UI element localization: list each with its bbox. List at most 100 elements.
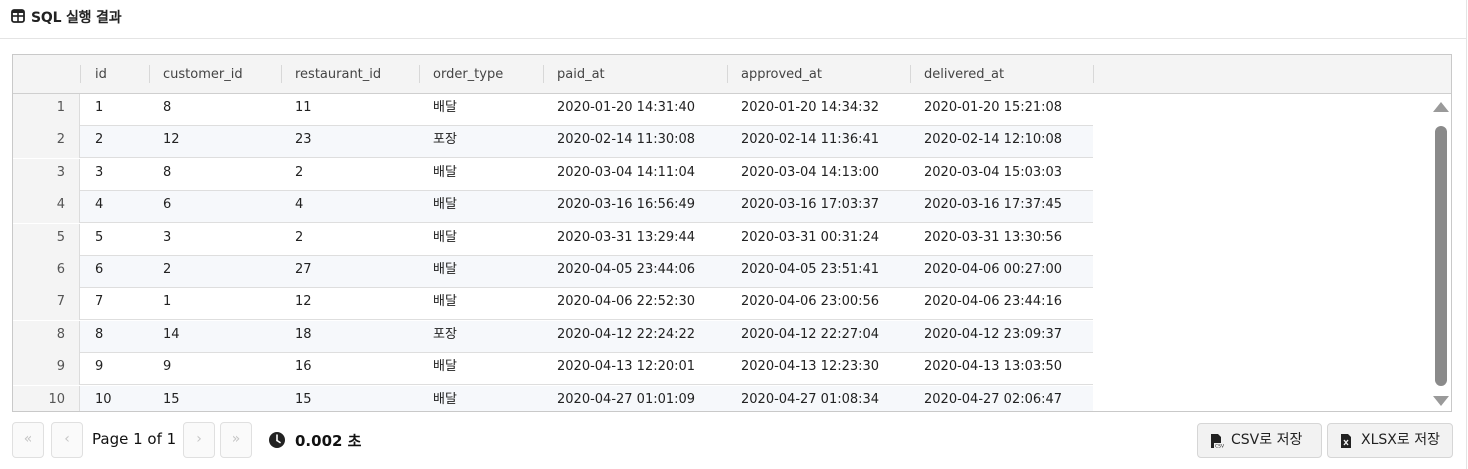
next-page-button[interactable]: › — [183, 422, 215, 458]
table-cell-delivered-at[interactable]: 2020-04-12 23:09:37 — [910, 321, 1093, 353]
table-cell-order-type[interactable]: 포장 — [419, 126, 543, 158]
table-cell-restaurant-id[interactable]: 23 — [281, 126, 419, 158]
table-cell-delivered-at[interactable]: 2020-03-04 15:03:03 — [910, 159, 1093, 191]
first-page-button[interactable]: « — [12, 422, 44, 458]
table-cell-id[interactable]: 2 — [81, 126, 149, 158]
save-xlsx-button[interactable]: XLSX로 저장 — [1327, 423, 1453, 458]
vertical-scrollbar[interactable] — [1431, 94, 1451, 411]
table-cell-order-type[interactable]: 배달 — [419, 288, 543, 320]
table-cell-approved-at[interactable]: 2020-04-05 23:51:41 — [727, 256, 910, 288]
table-cell-id[interactable]: 1 — [81, 94, 149, 126]
table-cell-delivered-at[interactable]: 2020-01-20 15:21:08 — [910, 94, 1093, 126]
table-cell-restaurant-id[interactable]: 15 — [281, 386, 419, 411]
table-cell-restaurant-id[interactable]: 4 — [281, 191, 419, 223]
table-cell-delivered-at[interactable]: 2020-04-06 23:44:16 — [910, 288, 1093, 320]
column-separator[interactable] — [1093, 65, 1094, 83]
column-header-restaurant-id[interactable]: restaurant_id — [281, 55, 419, 93]
table-cell-approved-at[interactable]: 2020-04-12 22:27:04 — [727, 321, 910, 353]
column-header-delivered-at[interactable]: delivered_at — [910, 55, 1093, 93]
table-cell-customer-id[interactable]: 8 — [149, 159, 281, 191]
table-cell-id[interactable]: 8 — [81, 321, 149, 353]
table-cell-delivered-at[interactable]: 2020-03-31 13:30:56 — [910, 224, 1093, 256]
table-cell-order-type[interactable]: 배달 — [419, 94, 543, 126]
table-cell-restaurant-id[interactable]: 16 — [281, 353, 419, 385]
table-cell-restaurant-id[interactable]: 11 — [281, 94, 419, 126]
table-cell-restaurant-id[interactable]: 18 — [281, 321, 419, 353]
table-cell-delivered-at[interactable]: 2020-04-13 13:03:50 — [910, 353, 1093, 385]
last-page-button[interactable]: » — [220, 422, 252, 458]
column-header-paid-at[interactable]: paid_at — [543, 55, 727, 93]
table-row[interactable]: 9 9 9 16 배달 2020-04-13 12:20:01 2020-04-13 12:… — [13, 353, 1093, 385]
table-cell-customer-id[interactable]: 1 — [149, 288, 281, 320]
table-cell-order-type[interactable]: 배달 — [419, 353, 543, 385]
table-cell-customer-id[interactable]: 8 — [149, 94, 281, 126]
table-cell-id[interactable]: 9 — [81, 353, 149, 385]
scrollbar-thumb[interactable] — [1435, 126, 1447, 386]
table-cell-order-type[interactable]: 배달 — [419, 256, 543, 288]
table-cell-restaurant-id[interactable]: 27 — [281, 256, 419, 288]
table-cell-delivered-at[interactable]: 2020-03-16 17:37:45 — [910, 191, 1093, 223]
table-cell-paid-at[interactable]: 2020-02-14 11:30:08 — [543, 126, 727, 158]
table-cell-delivered-at[interactable]: 2020-04-27 02:06:47 — [910, 386, 1093, 411]
results-grid: id customer_id restaurant_id order_type … — [12, 54, 1452, 412]
table-cell-restaurant-id[interactable]: 12 — [281, 288, 419, 320]
column-header-customer-id[interactable]: customer_id — [149, 55, 281, 93]
table-cell-order-type[interactable]: 배달 — [419, 191, 543, 223]
table-cell-paid-at[interactable]: 2020-04-12 22:24:22 — [543, 321, 727, 353]
table-row[interactable]: 2 2 12 23 포장 2020-02-14 11:30:08 2020-02-14 11… — [13, 126, 1093, 158]
scroll-up-arrow-icon[interactable] — [1433, 102, 1449, 112]
table-cell-paid-at[interactable]: 2020-01-20 14:31:40 — [543, 94, 727, 126]
column-header-approved-at[interactable]: approved_at — [727, 55, 910, 93]
table-row[interactable]: 10 10 15 15 배달 2020-04-27 01:01:09 2020-04-27 … — [13, 386, 1093, 411]
table-row[interactable]: 5 5 3 2 배달 2020-03-31 13:29:44 2020-03-31 00:3… — [13, 224, 1093, 256]
table-cell-paid-at[interactable]: 2020-04-13 12:20:01 — [543, 353, 727, 385]
table-cell-order-type[interactable]: 배달 — [419, 386, 543, 411]
table-cell-paid-at[interactable]: 2020-03-04 14:11:04 — [543, 159, 727, 191]
table-cell-id[interactable]: 4 — [81, 191, 149, 223]
table-cell-restaurant-id[interactable]: 2 — [281, 224, 419, 256]
table-cell-approved-at[interactable]: 2020-03-04 14:13:00 — [727, 159, 910, 191]
table-cell-approved-at[interactable]: 2020-04-06 23:00:56 — [727, 288, 910, 320]
table-cell-approved-at[interactable]: 2020-03-16 17:03:37 — [727, 191, 910, 223]
row-number: 2 — [13, 126, 80, 158]
table-cell-customer-id[interactable]: 2 — [149, 256, 281, 288]
table-cell-paid-at[interactable]: 2020-03-16 16:56:49 — [543, 191, 727, 223]
table-cell-approved-at[interactable]: 2020-02-14 11:36:41 — [727, 126, 910, 158]
table-row[interactable]: 6 6 2 27 배달 2020-04-05 23:44:06 2020-04-05 23:… — [13, 256, 1093, 288]
scroll-down-arrow-icon[interactable] — [1433, 396, 1449, 406]
table-cell-order-type[interactable]: 배달 — [419, 224, 543, 256]
table-row[interactable]: 7 7 1 12 배달 2020-04-06 22:52:30 2020-04-06 23:… — [13, 288, 1093, 320]
table-cell-customer-id[interactable]: 6 — [149, 191, 281, 223]
table-cell-paid-at[interactable]: 2020-04-27 01:01:09 — [543, 386, 727, 411]
column-header-id[interactable]: id — [81, 55, 149, 93]
table-cell-id[interactable]: 10 — [81, 386, 149, 411]
table-cell-approved-at[interactable]: 2020-04-13 12:23:30 — [727, 353, 910, 385]
table-cell-delivered-at[interactable]: 2020-04-06 00:27:00 — [910, 256, 1093, 288]
table-cell-approved-at[interactable]: 2020-01-20 14:34:32 — [727, 94, 910, 126]
table-cell-paid-at[interactable]: 2020-04-06 22:52:30 — [543, 288, 727, 320]
table-cell-delivered-at[interactable]: 2020-02-14 12:10:08 — [910, 126, 1093, 158]
table-row[interactable]: 8 8 14 18 포장 2020-04-12 22:24:22 2020-04-12 22… — [13, 321, 1093, 353]
table-cell-customer-id[interactable]: 3 — [149, 224, 281, 256]
table-cell-restaurant-id[interactable]: 2 — [281, 159, 419, 191]
previous-page-button[interactable]: ‹ — [51, 422, 83, 458]
table-cell-paid-at[interactable]: 2020-03-31 13:29:44 — [543, 224, 727, 256]
table-cell-customer-id[interactable]: 9 — [149, 353, 281, 385]
column-header-order-type[interactable]: order_type — [419, 55, 543, 93]
table-cell-paid-at[interactable]: 2020-04-05 23:44:06 — [543, 256, 727, 288]
table-cell-id[interactable]: 7 — [81, 288, 149, 320]
table-cell-order-type[interactable]: 포장 — [419, 321, 543, 353]
table-row[interactable]: 1 1 8 11 배달 2020-01-20 14:31:40 2020-01-20 14:… — [13, 94, 1093, 126]
table-cell-id[interactable]: 6 — [81, 256, 149, 288]
table-cell-id[interactable]: 5 — [81, 224, 149, 256]
table-cell-customer-id[interactable]: 15 — [149, 386, 281, 411]
table-cell-customer-id[interactable]: 14 — [149, 321, 281, 353]
table-cell-approved-at[interactable]: 2020-03-31 00:31:24 — [727, 224, 910, 256]
table-cell-approved-at[interactable]: 2020-04-27 01:08:34 — [727, 386, 910, 411]
table-cell-order-type[interactable]: 배달 — [419, 159, 543, 191]
save-csv-button[interactable]: CSV CSV로 저장 — [1197, 423, 1322, 458]
table-cell-id[interactable]: 3 — [81, 159, 149, 191]
table-row[interactable]: 4 4 6 4 배달 2020-03-16 16:56:49 2020-03-16 17:0… — [13, 191, 1093, 223]
table-row[interactable]: 3 3 8 2 배달 2020-03-04 14:11:04 2020-03-04 14:1… — [13, 159, 1093, 191]
table-cell-customer-id[interactable]: 12 — [149, 126, 281, 158]
